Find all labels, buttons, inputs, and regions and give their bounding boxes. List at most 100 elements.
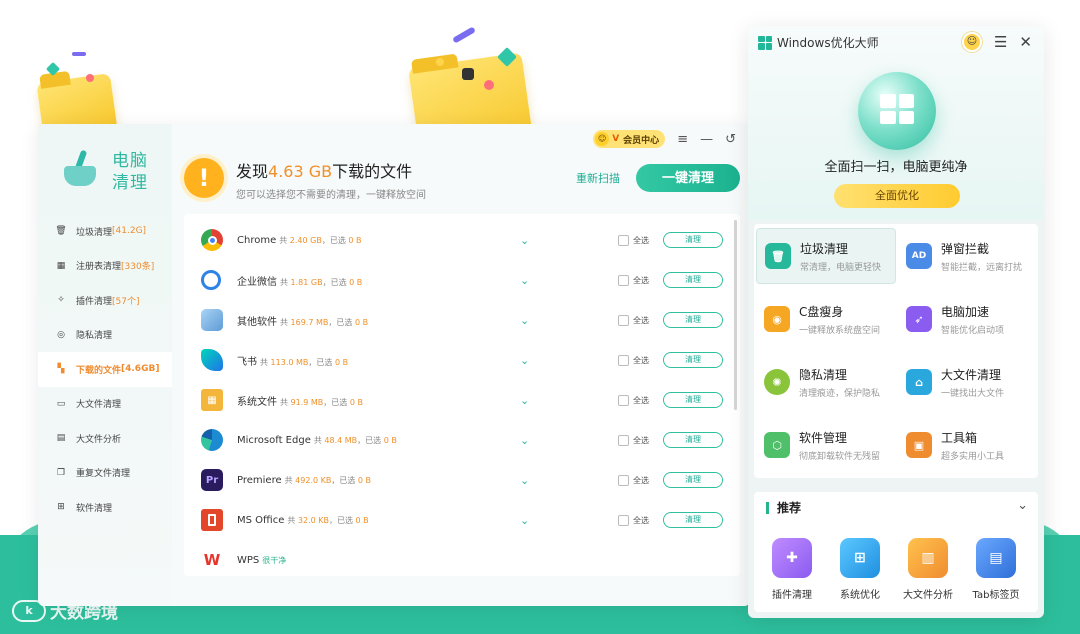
slogan: 全面扫一扫，电脑更纯净	[824, 160, 968, 175]
expand-chevron-icon[interactable]: ⌄	[520, 274, 529, 287]
expand-chevron-icon[interactable]: ⌄	[520, 514, 529, 527]
menu-icon[interactable]: ≡	[677, 132, 688, 147]
select-all-checkbox[interactable]: 全选	[618, 234, 649, 246]
vip-face-icon: ☺	[595, 132, 610, 146]
expand-chevron-icon[interactable]: ⌄	[520, 354, 529, 367]
sidebar-item-downloads[interactable]: ▚ 下载的文件 [4.6GB]	[38, 352, 172, 387]
rocket-icon: ➶	[906, 306, 932, 332]
duplicate-icon: ❐	[56, 467, 66, 478]
clean-button[interactable]: 清理	[663, 232, 723, 248]
expand-chevron-icon[interactable]: ⌄	[520, 474, 529, 487]
back-icon[interactable]: ↺	[725, 132, 736, 147]
feishu-icon	[201, 349, 223, 371]
optimizer-header: Windows优化大师 ☺ ☰ ✕ 全面扫一扫，电脑更纯净 全面优化	[748, 26, 1044, 220]
content-area: ☺ V 会员中心 ≡ — ↺ ! 发现4.63 GB下载的文件 您可以选择您不需…	[172, 124, 750, 606]
select-all-checkbox[interactable]: 全选	[618, 474, 649, 486]
broom-logo-icon	[58, 148, 102, 192]
privacy-icon: ◎	[57, 329, 65, 340]
expand-chevron-icon[interactable]: ⌄	[520, 234, 529, 247]
select-all-checkbox[interactable]: 全选	[618, 354, 649, 366]
sidebar-item-large-files[interactable]: ▭ 大文件清理	[38, 387, 172, 422]
expand-chevron-icon[interactable]: ⌄	[520, 314, 529, 327]
scrollbar-thumb[interactable]	[734, 220, 737, 410]
sidebar-item-plugins[interactable]: ✧ 插件清理 [57个]	[38, 283, 172, 318]
clean-button[interactable]: 清理	[663, 312, 723, 328]
recommend-item-tab-page[interactable]: ▤ Tab标签页	[964, 538, 1028, 601]
wps-icon: W	[201, 549, 223, 571]
feature-toolbox[interactable]: ▣ 工具箱 超多实用小工具	[898, 417, 1038, 473]
chrome-icon	[201, 229, 223, 251]
chevron-down-icon[interactable]: ⌄	[1017, 498, 1028, 513]
wecom-icon	[201, 270, 221, 290]
rescan-link[interactable]: 重新扫描	[576, 170, 620, 186]
windows-logo-icon	[758, 35, 772, 50]
cube-software-icon	[201, 309, 223, 331]
sidebar: 电脑 清理 🗑 垃圾清理 [41.2G] ▦ 注册表清理 [330条] ✧ 插件清理…	[38, 124, 172, 606]
sidebar-item-registry[interactable]: ▦ 注册表清理 [330条]	[38, 249, 172, 284]
feature-trash-clean[interactable]: 🗑 垃圾清理 常清理，电脑更轻快	[756, 228, 896, 284]
sidebar-item-privacy[interactable]: ◎ 隐私清理	[38, 318, 172, 353]
trash-can-icon: 🗑	[765, 243, 791, 269]
puzzle-icon: ✚	[772, 538, 812, 578]
recommend-item-plugins[interactable]: ✚ 插件清理	[760, 538, 824, 601]
feature-popup-block[interactable]: AD 弹窗拦截 智能拦截，远离打扰	[898, 228, 1038, 284]
clean-button[interactable]: 清理	[663, 432, 723, 448]
select-all-checkbox[interactable]: 全选	[618, 274, 649, 286]
list-item: Microsoft Edge 共 48.4 MB，已选 0 B ⌄ 全选 清理	[184, 420, 732, 460]
recommend-title: 推荐	[766, 502, 801, 514]
full-optimize-button[interactable]: 全面优化	[834, 184, 960, 208]
warning-icon: !	[184, 158, 224, 198]
feature-grid: 🗑 垃圾清理 常清理，电脑更轻快 AD 弹窗拦截 智能拦截，远离打扰 ◉ C盘瘦身一…	[754, 224, 1038, 478]
software-icon: ⊞	[57, 502, 65, 513]
list-item: W WPS 很干净	[184, 540, 732, 576]
clean-button[interactable]: 清理	[663, 512, 723, 528]
file-chart-icon: ▥	[908, 538, 948, 578]
feature-software-manage[interactable]: ⬡ 软件管理 彻底卸载软件无残留	[756, 417, 896, 473]
avatar[interactable]: ☺	[961, 32, 982, 52]
sidebar-item-file-analysis[interactable]: ▤ 大文件分析	[38, 421, 172, 456]
select-all-checkbox[interactable]: 全选	[618, 514, 649, 526]
scan-header: ! 发现4.63 GB下载的文件 您可以选择您不需要的清理，一键释放空间 重新扫…	[184, 156, 740, 206]
plugin-icon: ✧	[57, 295, 65, 306]
registry-icon: ▦	[56, 260, 66, 271]
sidebar-item-software[interactable]: ⊞ 软件清理	[38, 490, 172, 525]
ms-office-icon	[201, 509, 223, 531]
window-title: Windows优化大师	[758, 34, 879, 51]
menu-icon[interactable]: ☰	[994, 33, 1007, 51]
feature-c-drive-slim[interactable]: ◉ C盘瘦身 一键释放系统盘空间	[756, 291, 896, 347]
expand-chevron-icon[interactable]: ⌄	[520, 434, 529, 447]
windows-orb-icon	[858, 72, 936, 150]
minimize-icon[interactable]: —	[700, 132, 713, 147]
page-subtitle: 您可以选择您不需要的清理，一键释放空间	[236, 190, 426, 201]
clean-button[interactable]: 清理	[663, 272, 723, 288]
trash-icon: 🗑	[55, 226, 67, 237]
feature-large-file-clean[interactable]: ⌂ 大文件清理 一键找出大文件	[898, 354, 1038, 410]
close-icon[interactable]: ✕	[1019, 33, 1032, 51]
feature-speed-up[interactable]: ➶ 电脑加速 智能优化启动项	[898, 291, 1038, 347]
select-all-checkbox[interactable]: 全选	[618, 434, 649, 446]
sidebar-item-trash[interactable]: 🗑 垃圾清理 [41.2G]	[38, 214, 172, 249]
sidebar-item-duplicates[interactable]: ❐ 重复文件清理	[38, 456, 172, 491]
select-all-checkbox[interactable]: 全选	[618, 394, 649, 406]
feature-privacy-clean[interactable]: ✺ 隐私清理 清理痕迹，保护隐私	[756, 354, 896, 410]
disk-slim-icon: ◉	[764, 306, 790, 332]
list-item: 企业微信共 1.81 GB，已选 0 B ⌄ 全选 清理	[184, 260, 732, 300]
recommend-item-system-optimize[interactable]: ⊞ 系统优化	[828, 538, 892, 601]
list-item: MS Office 共 32.0 KB，已选 0 B ⌄ 全选 清理	[184, 500, 732, 540]
recommend-item-file-analysis[interactable]: ▥ 大文件分析	[896, 538, 960, 601]
tab-page-icon: ▤	[976, 538, 1016, 578]
one-click-clean-button[interactable]: 一键清理	[636, 164, 740, 192]
optimizer-window: Windows优化大师 ☺ ☰ ✕ 全面扫一扫，电脑更纯净 全面优化 🗑 垃圾清…	[748, 26, 1044, 618]
clean-button[interactable]: 清理	[663, 392, 723, 408]
chart-icon: ▤	[56, 433, 66, 444]
clean-button[interactable]: 清理	[663, 352, 723, 368]
expand-chevron-icon[interactable]: ⌄	[520, 394, 529, 407]
clean-button[interactable]: 清理	[663, 472, 723, 488]
page-title: 发现4.63 GB下载的文件	[236, 162, 413, 181]
select-all-checkbox[interactable]: 全选	[618, 314, 649, 326]
window-topbar: ☺ V 会员中心 ≡ — ↺	[593, 130, 736, 148]
vip-center-button[interactable]: ☺ V 会员中心	[593, 130, 666, 148]
list-item: ▦ 系统文件共 91.9 MB，已选 0 B ⌄ 全选 清理	[184, 380, 732, 420]
system-folder-icon: ▦	[201, 389, 223, 411]
list-item: Chrome 共 2.40 GB，已选 0 B ⌄ 全选 清理	[184, 220, 732, 260]
